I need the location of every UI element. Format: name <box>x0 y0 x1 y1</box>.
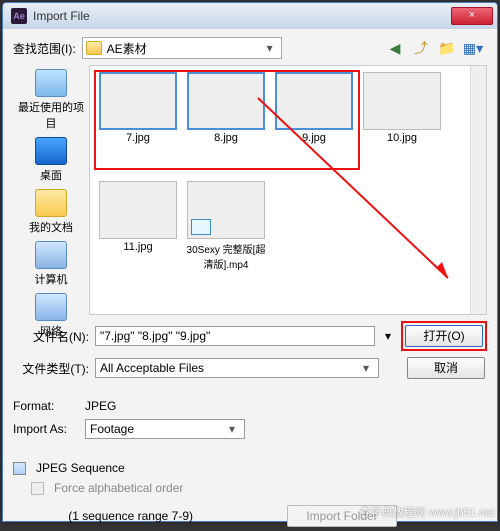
file-item[interactable]: 11.jpg <box>96 181 180 271</box>
places-bar: 最近使用的项目 桌面 我的文档 计算机 网络 <box>13 65 89 315</box>
file-item[interactable]: 10.jpg <box>360 72 444 144</box>
look-in-value: AE素材 <box>107 40 262 57</box>
place-recent[interactable]: 最近使用的项目 <box>13 67 89 133</box>
open-button[interactable]: 打开(O) <box>405 325 483 347</box>
video-icon <box>187 181 265 239</box>
place-documents[interactable]: 我的文档 <box>13 187 89 237</box>
look-in-row: 查找范围(I): AE素材 ▾ ◀ ⤴ 📁 ▦▾ <box>13 37 487 59</box>
titlebar: Ae Import File × <box>3 3 497 29</box>
nav-back-icon[interactable]: ◀ <box>387 40 403 56</box>
open-button-highlight: 打开(O) <box>401 321 487 351</box>
computer-icon <box>35 241 67 269</box>
scrollbar[interactable] <box>470 66 486 314</box>
filetype-combo[interactable]: All Acceptable Files ▾ <box>95 358 379 378</box>
cancel-button[interactable]: 取消 <box>407 357 485 379</box>
place-computer[interactable]: 计算机 <box>13 239 89 289</box>
documents-icon <box>35 189 67 217</box>
file-item[interactable]: 7.jpg <box>96 72 180 144</box>
jpeg-sequence-label: JPEG Sequence <box>36 461 125 475</box>
jpeg-sequence-checkbox[interactable] <box>13 462 26 475</box>
recent-icon <box>35 69 67 97</box>
filename-input[interactable] <box>95 326 375 346</box>
window-title: Import File <box>33 9 451 23</box>
import-as-combo[interactable]: Footage ▾ <box>85 419 245 439</box>
desktop-icon <box>35 137 67 165</box>
chevron-down-icon: ▾ <box>358 361 374 375</box>
force-alpha-checkbox <box>31 482 44 495</box>
network-icon <box>35 293 67 321</box>
file-item[interactable]: 9.jpg <box>272 72 356 144</box>
file-list[interactable]: 7.jpg 8.jpg 9.jpg 10.jpg 11.jpg 30Sexy 完… <box>89 65 487 315</box>
look-in-combo[interactable]: AE素材 ▾ <box>82 37 282 59</box>
format-label: Format: <box>13 399 75 413</box>
file-item[interactable]: 30Sexy 完整版[超清版].mp4 <box>184 181 268 271</box>
folder-icon <box>86 41 102 55</box>
format-value: JPEG <box>85 399 116 413</box>
look-in-label: 查找范围(I): <box>13 40 76 57</box>
nav-new-folder-icon[interactable]: 📁 <box>439 40 455 56</box>
chevron-down-icon[interactable]: ▾ <box>381 329 395 343</box>
chevron-down-icon: ▾ <box>262 41 278 55</box>
file-item[interactable]: 8.jpg <box>184 72 268 144</box>
filetype-label: 文件类型(T): <box>13 360 89 377</box>
import-file-dialog: Ae Import File × 查找范围(I): AE素材 ▾ ◀ ⤴ 📁 ▦… <box>2 2 498 522</box>
sequence-range-label: (1 sequence range 7-9) <box>13 509 193 523</box>
force-alpha-label: Force alphabetical order <box>54 481 183 495</box>
nav-view-menu-icon[interactable]: ▦▾ <box>465 40 481 56</box>
chevron-down-icon: ▾ <box>224 422 240 436</box>
nav-up-icon[interactable]: ⤴ <box>413 40 429 56</box>
import-as-label: Import As: <box>13 422 75 436</box>
filename-label: 文件名(N): <box>13 328 89 345</box>
app-icon: Ae <box>11 8 27 24</box>
close-button[interactable]: × <box>451 7 493 25</box>
place-desktop[interactable]: 桌面 <box>13 135 89 185</box>
